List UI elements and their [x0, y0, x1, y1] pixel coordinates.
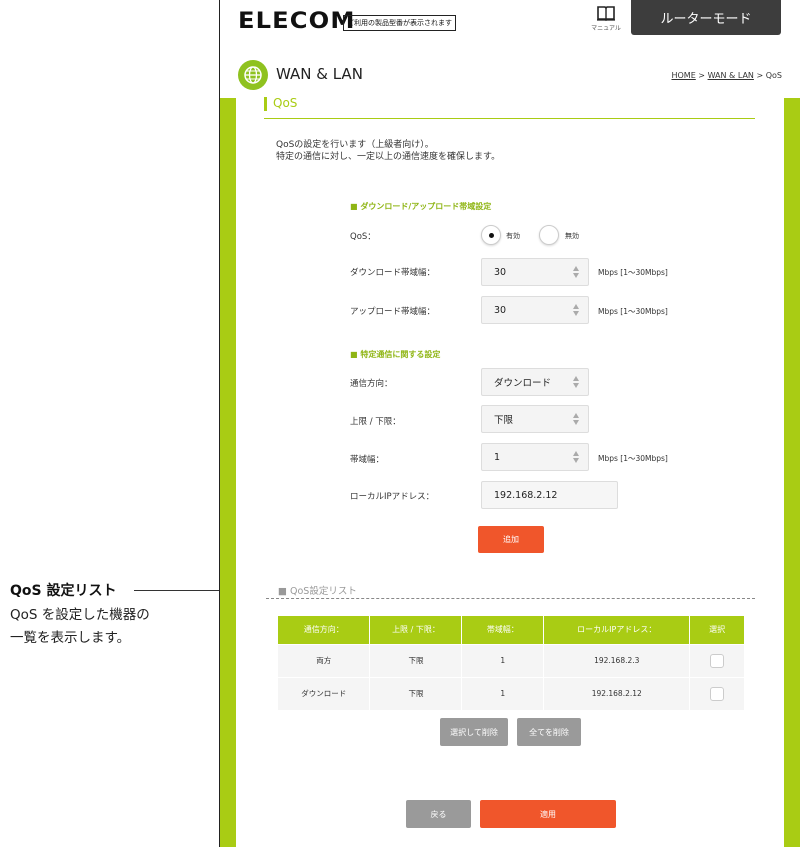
qos-enable-label: 有効 [506, 232, 520, 240]
column-header-direction: 通信方向： [278, 616, 370, 644]
download-bandwidth-stepper[interactable]: 30 [481, 258, 589, 286]
page-title: WAN & LAN [276, 65, 363, 83]
cell-limit: 下限 [369, 643, 462, 677]
cell-bandwidth: 1 [461, 676, 544, 710]
dashed-divider [266, 598, 755, 599]
globe-icon [238, 60, 268, 90]
local-ip-input[interactable]: 192.168.2.12 [481, 481, 618, 509]
annotation-desc-line2: 一覧を表示します。 [10, 630, 131, 646]
row-select-checkbox[interactable] [710, 686, 725, 701]
apply-button[interactable]: 適用 [480, 800, 616, 828]
elecom-logo: ELECOM [238, 9, 356, 34]
upload-bandwidth-unit: Mbps [1～30Mbps] [598, 307, 668, 316]
delete-all-button[interactable]: 全てを削除 [517, 718, 581, 746]
cell-bandwidth: 1 [461, 643, 544, 677]
section-title: QoS [273, 96, 298, 110]
cell-local-ip: 192.168.2.3 [543, 643, 690, 677]
cell-direction: ダウンロード [278, 676, 370, 710]
breadcrumb-wan-lan[interactable]: WAN & LAN [708, 71, 754, 80]
breadcrumb-current: QoS [765, 71, 782, 80]
direction-label: 通信方向： [350, 379, 393, 389]
model-tagline: ご利用の製品型番が表示されます [343, 15, 456, 31]
column-header-select: 選択 [689, 616, 744, 644]
download-bandwidth-unit: Mbps [1～30Mbps] [598, 268, 668, 277]
breadcrumb-home[interactable]: HOME [671, 71, 695, 80]
specific-group-title: ■ 特定通信に関する設定 [350, 350, 441, 359]
qos-enable-radio[interactable] [481, 225, 501, 245]
bandwidth-stepper[interactable]: 1 [481, 443, 589, 471]
cell-limit: 下限 [369, 676, 462, 710]
qos-disable-radio[interactable] [539, 225, 559, 245]
direction-value: ダウンロード [494, 378, 552, 389]
cell-select [689, 676, 744, 710]
section-description: QoSの設定を行います（上級者向け）。 特定の通信に対し、一定以上の通信速度を確… [276, 139, 500, 163]
cell-local-ip: 192.168.2.12 [543, 676, 690, 710]
qos-disable-label: 無効 [565, 232, 579, 240]
column-header-bandwidth: 帯域幅： [461, 616, 544, 644]
table-row: 両方 下限 1 192.168.2.3 [278, 643, 744, 677]
qos-label: QoS： [350, 232, 376, 242]
qos-list-title: ■ QoS設定リスト [278, 586, 357, 597]
right-accent-bar [784, 98, 800, 847]
add-button[interactable]: 追加 [478, 526, 544, 553]
upload-bandwidth-label: アップロード帯域幅： [350, 307, 436, 317]
row-select-checkbox[interactable] [710, 653, 725, 668]
manual-label: マニュアル [591, 25, 621, 32]
breadcrumb-sep: > [753, 71, 766, 80]
back-button[interactable]: 戻る [406, 800, 471, 828]
bandwidth-value: 1 [494, 451, 501, 463]
annotation-desc-line1: QoS を設定した機器の [10, 607, 150, 623]
local-ip-value: 192.168.2.12 [494, 489, 558, 501]
download-bandwidth-value: 30 [494, 266, 507, 278]
section-marker [264, 97, 267, 111]
breadcrumb: HOME > WAN & LAN > QoS [671, 71, 782, 80]
limit-value: 下限 [494, 415, 514, 426]
direction-select[interactable]: ダウンロード [481, 368, 589, 396]
bandwidth-group-title: ■ ダウンロード/アップロード帯域設定 [350, 202, 492, 211]
delete-selected-button[interactable]: 選択して削除 [440, 718, 508, 746]
annotation-description: QoS を設定した機器の 一覧を表示します。 [10, 604, 210, 650]
limit-select[interactable]: 下限 [481, 405, 589, 433]
cell-direction: 両方 [278, 643, 370, 677]
stepper-arrows-icon[interactable] [573, 266, 580, 280]
left-accent-bar [220, 98, 236, 847]
router-settings-window: ELECOM ご利用の製品型番が表示されます マニュアル ルーターモード WAN… [219, 0, 800, 847]
qos-list-table: 通信方向： 上限 / 下限： 帯域幅： ローカルIPアドレス： 選択 両方 下限… [278, 616, 744, 710]
bandwidth-label: 帯域幅： [350, 455, 385, 465]
stepper-arrows-icon[interactable] [573, 451, 580, 465]
book-icon [597, 6, 615, 22]
select-arrows-icon [573, 413, 580, 427]
router-mode-button[interactable]: ルーターモード [631, 0, 781, 35]
column-header-local-ip: ローカルIPアドレス： [543, 616, 690, 644]
description-line1: QoSの設定を行います（上級者向け）。 [276, 140, 434, 150]
manual-link[interactable]: マニュアル [588, 4, 624, 32]
section-header: QoS [264, 95, 755, 119]
annotation-title: QoS 設定リスト [10, 583, 117, 599]
column-header-limit: 上限 / 下限： [369, 616, 462, 644]
breadcrumb-sep: > [695, 71, 708, 80]
cell-select [689, 643, 744, 677]
description-line2: 特定の通信に対し、一定以上の通信速度を確保します。 [276, 152, 501, 162]
upload-bandwidth-value: 30 [494, 304, 507, 316]
upload-bandwidth-stepper[interactable]: 30 [481, 296, 589, 324]
select-arrows-icon [573, 376, 580, 390]
stepper-arrows-icon[interactable] [573, 304, 580, 318]
download-bandwidth-label: ダウンロード帯域幅： [350, 268, 436, 278]
local-ip-label: ローカルIPアドレス： [350, 492, 435, 502]
bandwidth-unit: Mbps [1～30Mbps] [598, 454, 668, 463]
table-row: ダウンロード 下限 1 192.168.2.12 [278, 676, 744, 710]
limit-label: 上限 / 下限： [350, 417, 401, 427]
